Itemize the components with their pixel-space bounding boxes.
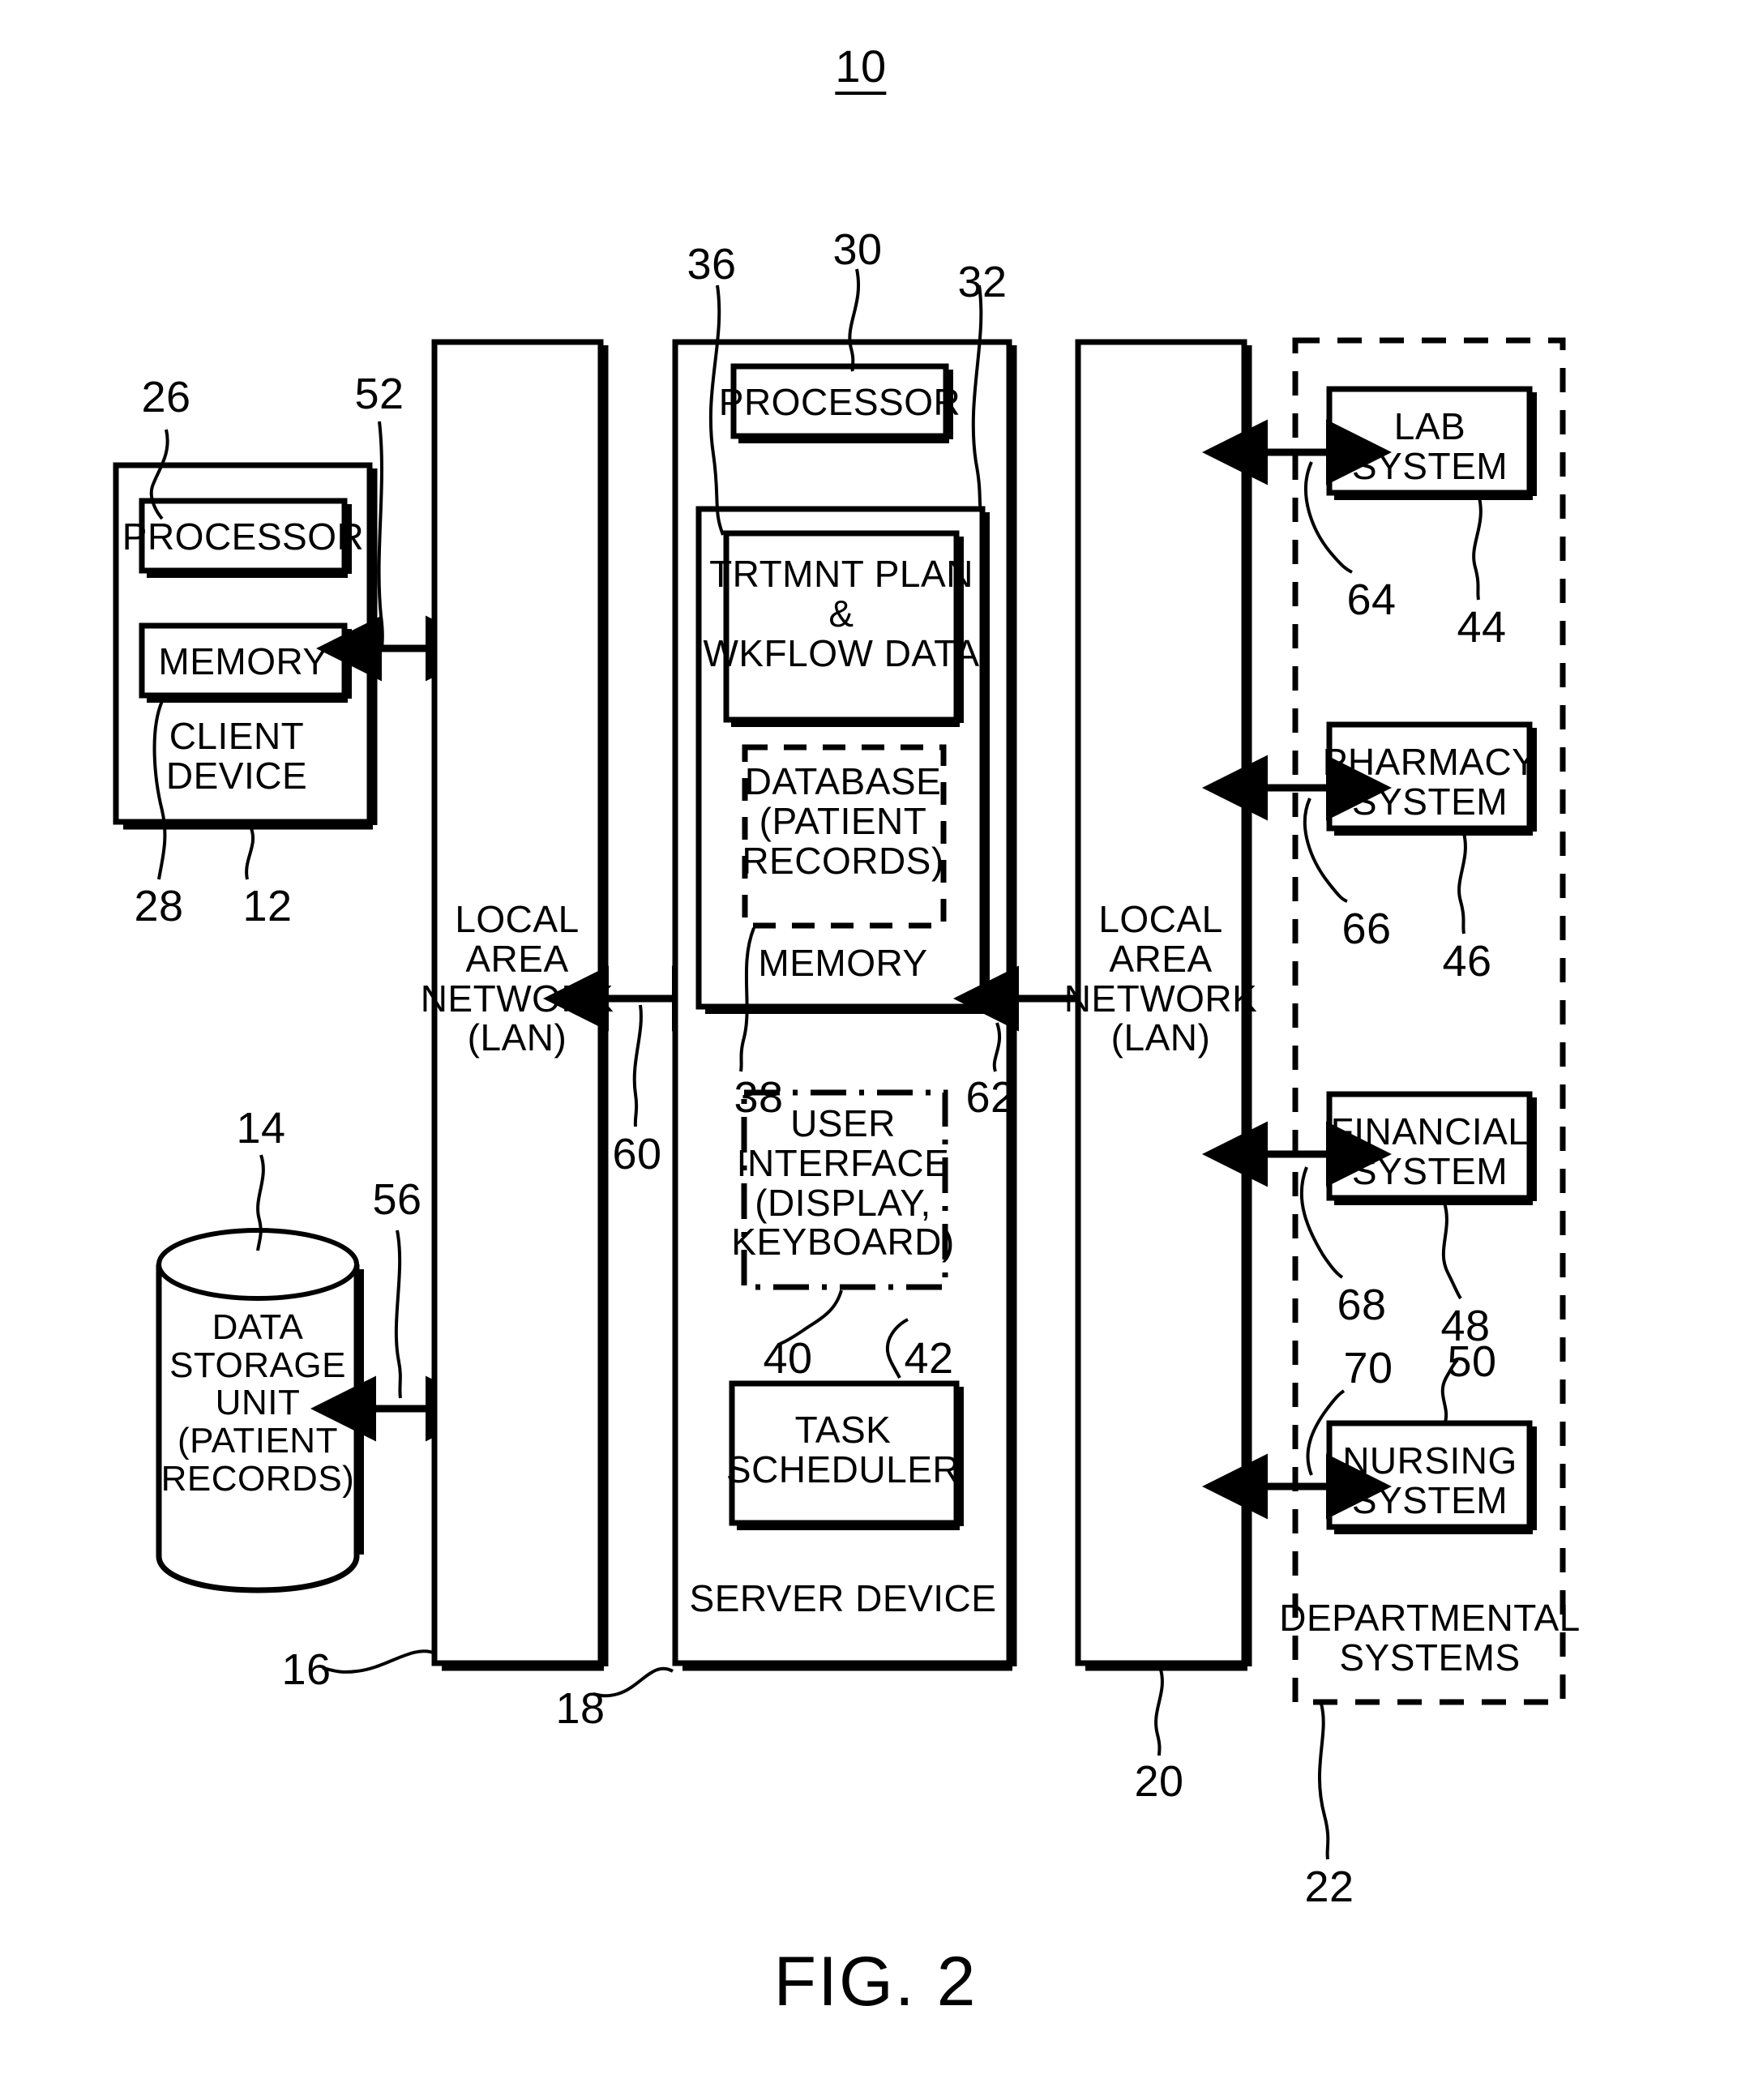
task-scheduler-label: TASK SCHEDULER (725, 1409, 961, 1491)
client-device-title: CLIENT DEVICE (165, 715, 308, 797)
ref-16: 16 (281, 1645, 332, 1694)
ref-46: 46 (1442, 937, 1492, 986)
ref-22: 22 (1304, 1863, 1354, 1911)
database-label: DATABASE (PATIENT RECORDS) (742, 760, 944, 882)
ref-70: 70 (1343, 1344, 1393, 1392)
lab-system-label: LAB SYSTEM (1351, 405, 1508, 487)
client-memory-label: MEMORY (158, 640, 328, 682)
ref-20: 20 (1134, 1757, 1184, 1806)
diagram-vector-layer (113, 268, 1566, 1860)
ref-52: 52 (354, 370, 404, 418)
ref-14: 14 (236, 1104, 286, 1153)
lan-right-label: LOCAL AREA NETWORK (LAN) (1063, 898, 1258, 1059)
ref-18: 18 (555, 1684, 605, 1733)
figure-number: 10 (835, 42, 887, 96)
ref-40: 40 (763, 1334, 813, 1383)
ref-28: 28 (134, 882, 184, 930)
patent-figure-page: 10 26 PROCESSOR MEMORY CLIENT DEVICE 28 … (0, 0, 1750, 2100)
departmental-systems-title: DEPARTMENTAL SYSTEMS (1279, 1597, 1581, 1679)
user-interface-label: USER INTERFACE (DISPLAY, KEYBOARD) (731, 1102, 955, 1264)
financial-system-label: FINANCIAL SYSTEM (1330, 1110, 1530, 1192)
ref-30: 30 (832, 225, 883, 274)
ref-62: 62 (965, 1073, 1016, 1122)
ref-60: 60 (612, 1130, 662, 1178)
server-memory-label: MEMORY (758, 942, 928, 984)
data-storage-label: DATA STORAGE UNIT (PATIENT RECORDS) (160, 1307, 355, 1499)
server-processor-label: PROCESSOR (718, 381, 961, 423)
ref-68: 68 (1337, 1281, 1387, 1329)
ref-42: 42 (904, 1334, 954, 1383)
pharmacy-system-label: PHARMACY SYSTEM (1322, 741, 1538, 823)
ref-50: 50 (1447, 1337, 1497, 1386)
client-processor-label: PROCESSOR (122, 515, 365, 558)
lan-left-label: LOCAL AREA NETWORK (LAN) (420, 898, 614, 1059)
ref-64: 64 (1346, 575, 1397, 624)
ref-56: 56 (372, 1175, 422, 1224)
ref-44: 44 (1457, 603, 1507, 652)
ref-32: 32 (957, 258, 1008, 306)
server-device-title: SERVER DEVICE (689, 1577, 997, 1619)
figure-caption: FIG. 2 (773, 1943, 978, 2021)
treatment-plan-label: TRTMNT PLAN & WKFLOW DATA (703, 553, 980, 674)
ref-66: 66 (1341, 905, 1392, 953)
ref-12: 12 (242, 882, 293, 930)
ref-36: 36 (687, 240, 737, 289)
ref-26: 26 (141, 373, 191, 421)
nursing-system-label: NURSING SYSTEM (1342, 1439, 1517, 1521)
